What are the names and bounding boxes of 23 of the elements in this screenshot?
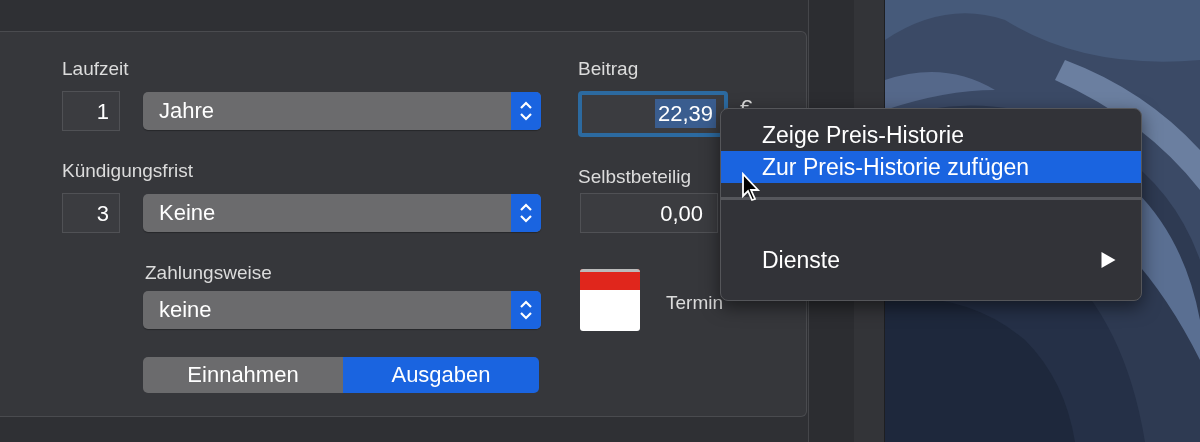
field-label: Kündigungsfrist <box>62 159 194 183</box>
number-field[interactable]: 3 <box>62 193 120 233</box>
stepper-icon <box>511 291 541 329</box>
segment-tab[interactable]: Einnahmen <box>143 357 343 393</box>
stepper-icon <box>511 92 541 130</box>
menu-item[interactable]: Dienste <box>721 244 1141 276</box>
cursor-icon <box>741 172 761 202</box>
field-label: Selbstbeteilig <box>578 165 693 189</box>
calendar-icon[interactable] <box>580 269 640 331</box>
submenu-arrow-icon <box>1100 251 1117 269</box>
menu-item[interactable]: Zur Preis-Historie zufügen <box>721 151 1141 183</box>
popup-button[interactable]: Keine <box>143 194 541 232</box>
segment-tab[interactable]: Ausgaben <box>343 357 539 393</box>
stepper-icon <box>511 194 541 232</box>
field-label: Zahlungsweise <box>145 261 273 285</box>
appointment-label: Termin <box>666 292 723 314</box>
number-field[interactable]: 1 <box>62 91 120 131</box>
field-label: Laufzeit <box>62 57 130 81</box>
amount-field[interactable]: 22,39 <box>578 91 728 137</box>
popup-button[interactable]: keine <box>143 291 541 329</box>
popup-button[interactable]: Jahre <box>143 92 541 130</box>
field-label: Beitrag <box>578 57 640 81</box>
amount-field[interactable]: 0,00 <box>580 193 718 233</box>
